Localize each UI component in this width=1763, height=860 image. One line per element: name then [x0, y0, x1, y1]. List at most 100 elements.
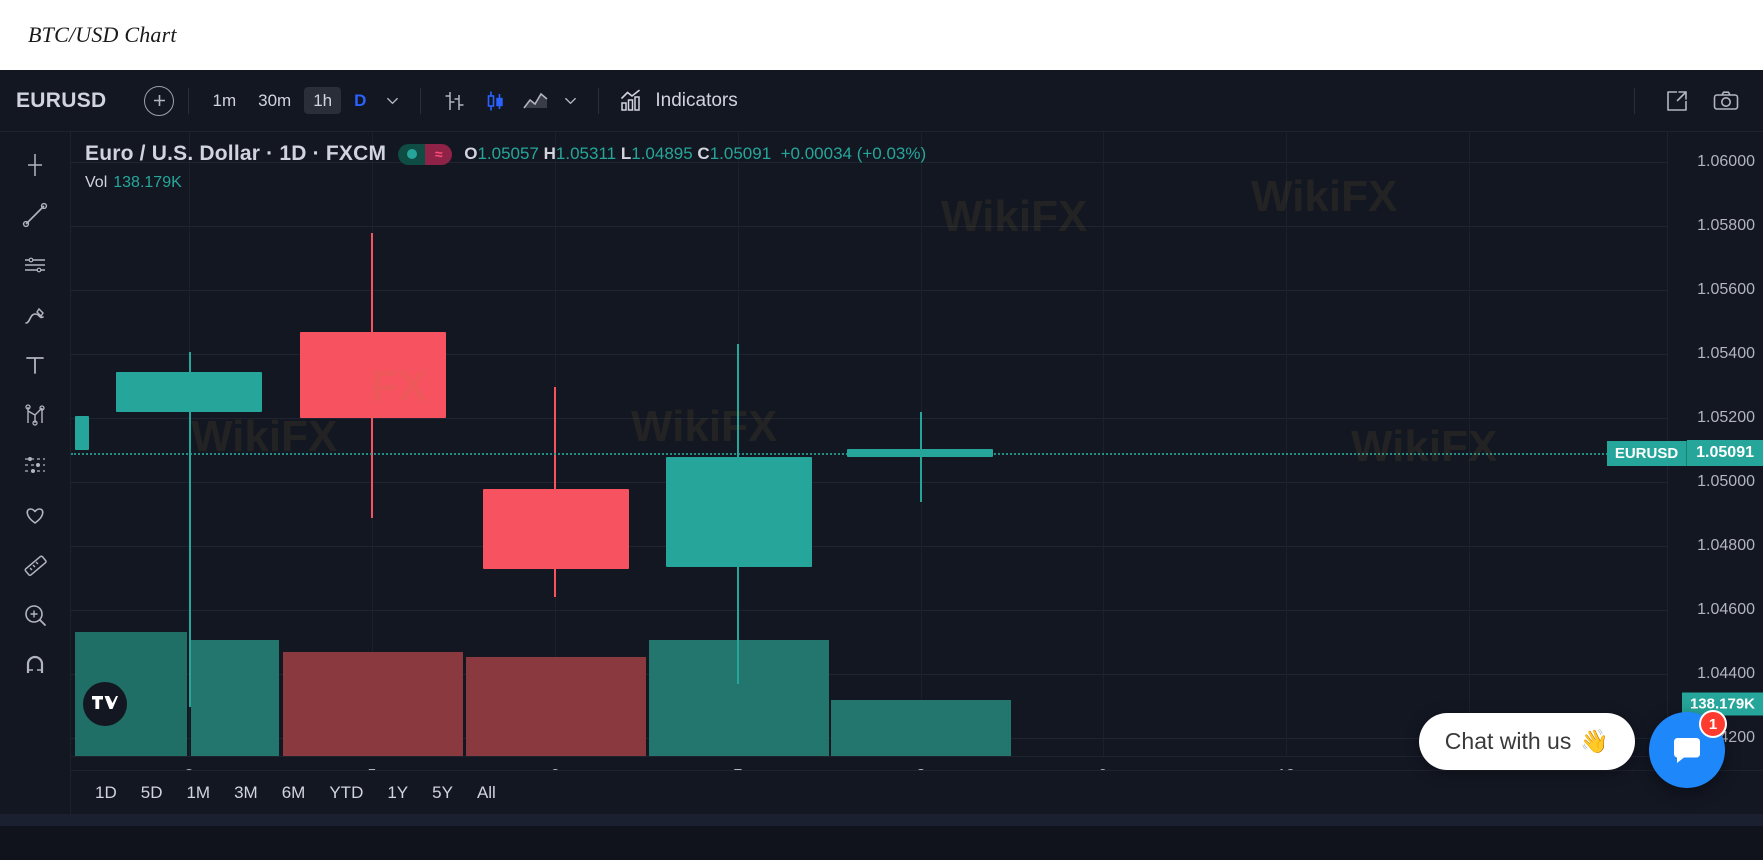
trend-line-tool[interactable]: [12, 192, 58, 238]
volume-bar: [466, 657, 646, 756]
style-dropdown-button[interactable]: [557, 89, 584, 112]
resolution-30m[interactable]: 30m: [249, 87, 300, 114]
range-5Y[interactable]: 5Y: [422, 779, 463, 807]
tradingview-widget: EURUSD 1m 30m 1h D: [0, 70, 1763, 814]
gridline-1.05800: [71, 226, 1667, 227]
price-tick: 1.04400: [1697, 665, 1755, 683]
range-6M[interactable]: 6M: [272, 779, 316, 807]
current-price-line: [71, 453, 1667, 455]
chat-unread-badge: 1: [1699, 710, 1727, 738]
forecast-icon: [21, 451, 49, 479]
price-tick: 1.05800: [1697, 217, 1755, 235]
range-1D[interactable]: 1D: [85, 779, 127, 807]
brush-tool[interactable]: [12, 292, 58, 338]
area-chart-style-icon: [522, 88, 550, 114]
page-footer: [0, 814, 1763, 860]
gridline-1.05600: [71, 290, 1667, 291]
toolbar-right-group: [1620, 83, 1747, 119]
crosshair-icon: [21, 151, 49, 179]
snapshot-button[interactable]: [1705, 83, 1747, 119]
resolution-1h[interactable]: 1h: [304, 87, 341, 114]
horizontal-lines-tool[interactable]: [12, 242, 58, 288]
measure-tool[interactable]: [12, 542, 58, 588]
volume-bar: [831, 700, 1011, 756]
zoom-in-icon: [21, 601, 49, 629]
gridline-1.04600: [71, 610, 1667, 611]
resolution-1m[interactable]: 1m: [203, 87, 245, 114]
toolbar-divider-3: [598, 88, 599, 114]
chat-fab-button[interactable]: 1: [1649, 712, 1725, 788]
range-All[interactable]: All: [467, 779, 506, 807]
indicators-label: Indicators: [655, 90, 737, 112]
page-title: BTC/USD Chart: [28, 22, 177, 48]
resolution-D[interactable]: D: [345, 87, 375, 114]
chat-prompt-bubble[interactable]: Chat with us 👋: [1419, 713, 1635, 770]
gridline-x-11: [1469, 132, 1470, 756]
chart-canvas[interactable]: WikiFX FX WikiFX WikiFX WikiFX WikiFX: [71, 132, 1763, 814]
volume-bar: [191, 640, 279, 756]
range-selector: 1D 5D 1M 3M 6M YTD 1Y 5Y All: [71, 770, 1763, 814]
gridline-1.06000: [71, 162, 1667, 163]
bar-chart-style-icon: [442, 88, 468, 114]
chevron-down-icon-2: [563, 93, 578, 108]
volume-bar: [283, 652, 463, 756]
price-tick: 1.05600: [1697, 281, 1755, 299]
candlestick-style-icon: [482, 88, 508, 114]
text-tool[interactable]: [12, 342, 58, 388]
toolbar-divider: [188, 88, 189, 114]
chevron-down-icon: [385, 93, 400, 108]
waving-hand-icon: 👋: [1580, 728, 1609, 755]
indicators-icon: [619, 87, 646, 114]
zoom-tool[interactable]: [12, 592, 58, 638]
page-header: BTC/USD Chart: [0, 0, 1763, 70]
patterns-tool[interactable]: [12, 392, 58, 438]
gridline-x-10: [1286, 132, 1287, 756]
current-price-symbol: EURUSD: [1607, 441, 1687, 466]
trend-line-icon: [21, 201, 49, 229]
price-tick: 1.06000: [1697, 153, 1755, 171]
chat-icon: [1668, 731, 1706, 769]
volume-bar: [649, 640, 829, 756]
candlestick-style-button[interactable]: [475, 83, 515, 119]
add-symbol-button[interactable]: [144, 86, 174, 116]
toolbar-divider-4: [1634, 88, 1635, 114]
range-YTD[interactable]: YTD: [319, 779, 373, 807]
magnet-icon: [21, 651, 49, 679]
plus-icon: [151, 92, 168, 109]
crosshair-tool[interactable]: [12, 142, 58, 188]
camera-icon: [1712, 88, 1740, 114]
heart-icon: [21, 501, 49, 529]
plot-area: [71, 132, 1667, 814]
range-3M[interactable]: 3M: [224, 779, 268, 807]
fullscreen-button[interactable]: [1657, 83, 1697, 119]
gridline-x-9: [1103, 132, 1104, 756]
range-5D[interactable]: 5D: [131, 779, 173, 807]
current-price-badge: EURUSD 1.05091: [1607, 440, 1763, 466]
forecast-tool[interactable]: [12, 442, 58, 488]
tradingview-logo[interactable]: [83, 682, 127, 726]
horizontal-lines-icon: [21, 251, 49, 279]
magnet-tool[interactable]: [12, 642, 58, 688]
resolution-dropdown-button[interactable]: [379, 89, 406, 112]
price-tick: 1.05000: [1697, 473, 1755, 491]
patterns-icon: [21, 401, 49, 429]
symbol-search-button[interactable]: EURUSD: [16, 89, 106, 113]
indicators-button[interactable]: Indicators: [613, 83, 743, 118]
chart-body: WikiFX FX WikiFX WikiFX WikiFX WikiFX: [0, 132, 1763, 814]
gridline-1.05000: [71, 482, 1667, 483]
footer-accent-bar: [0, 814, 1763, 826]
chat-prompt-text: Chat with us: [1445, 728, 1572, 755]
price-tick: 1.05400: [1697, 345, 1755, 363]
area-style-button[interactable]: [515, 83, 557, 119]
toolbar-divider-2: [420, 88, 421, 114]
gridline-1.04800: [71, 546, 1667, 547]
bar-style-button[interactable]: [435, 83, 475, 119]
favorites-tool[interactable]: [12, 492, 58, 538]
range-1Y[interactable]: 1Y: [377, 779, 418, 807]
tradingview-logo-icon: [92, 696, 118, 712]
range-1M[interactable]: 1M: [176, 779, 220, 807]
price-tick: 1.04600: [1697, 601, 1755, 619]
price-tick: 1.04800: [1697, 537, 1755, 555]
price-tick: 1.05200: [1697, 409, 1755, 427]
drawing-toolbar: [0, 132, 71, 814]
